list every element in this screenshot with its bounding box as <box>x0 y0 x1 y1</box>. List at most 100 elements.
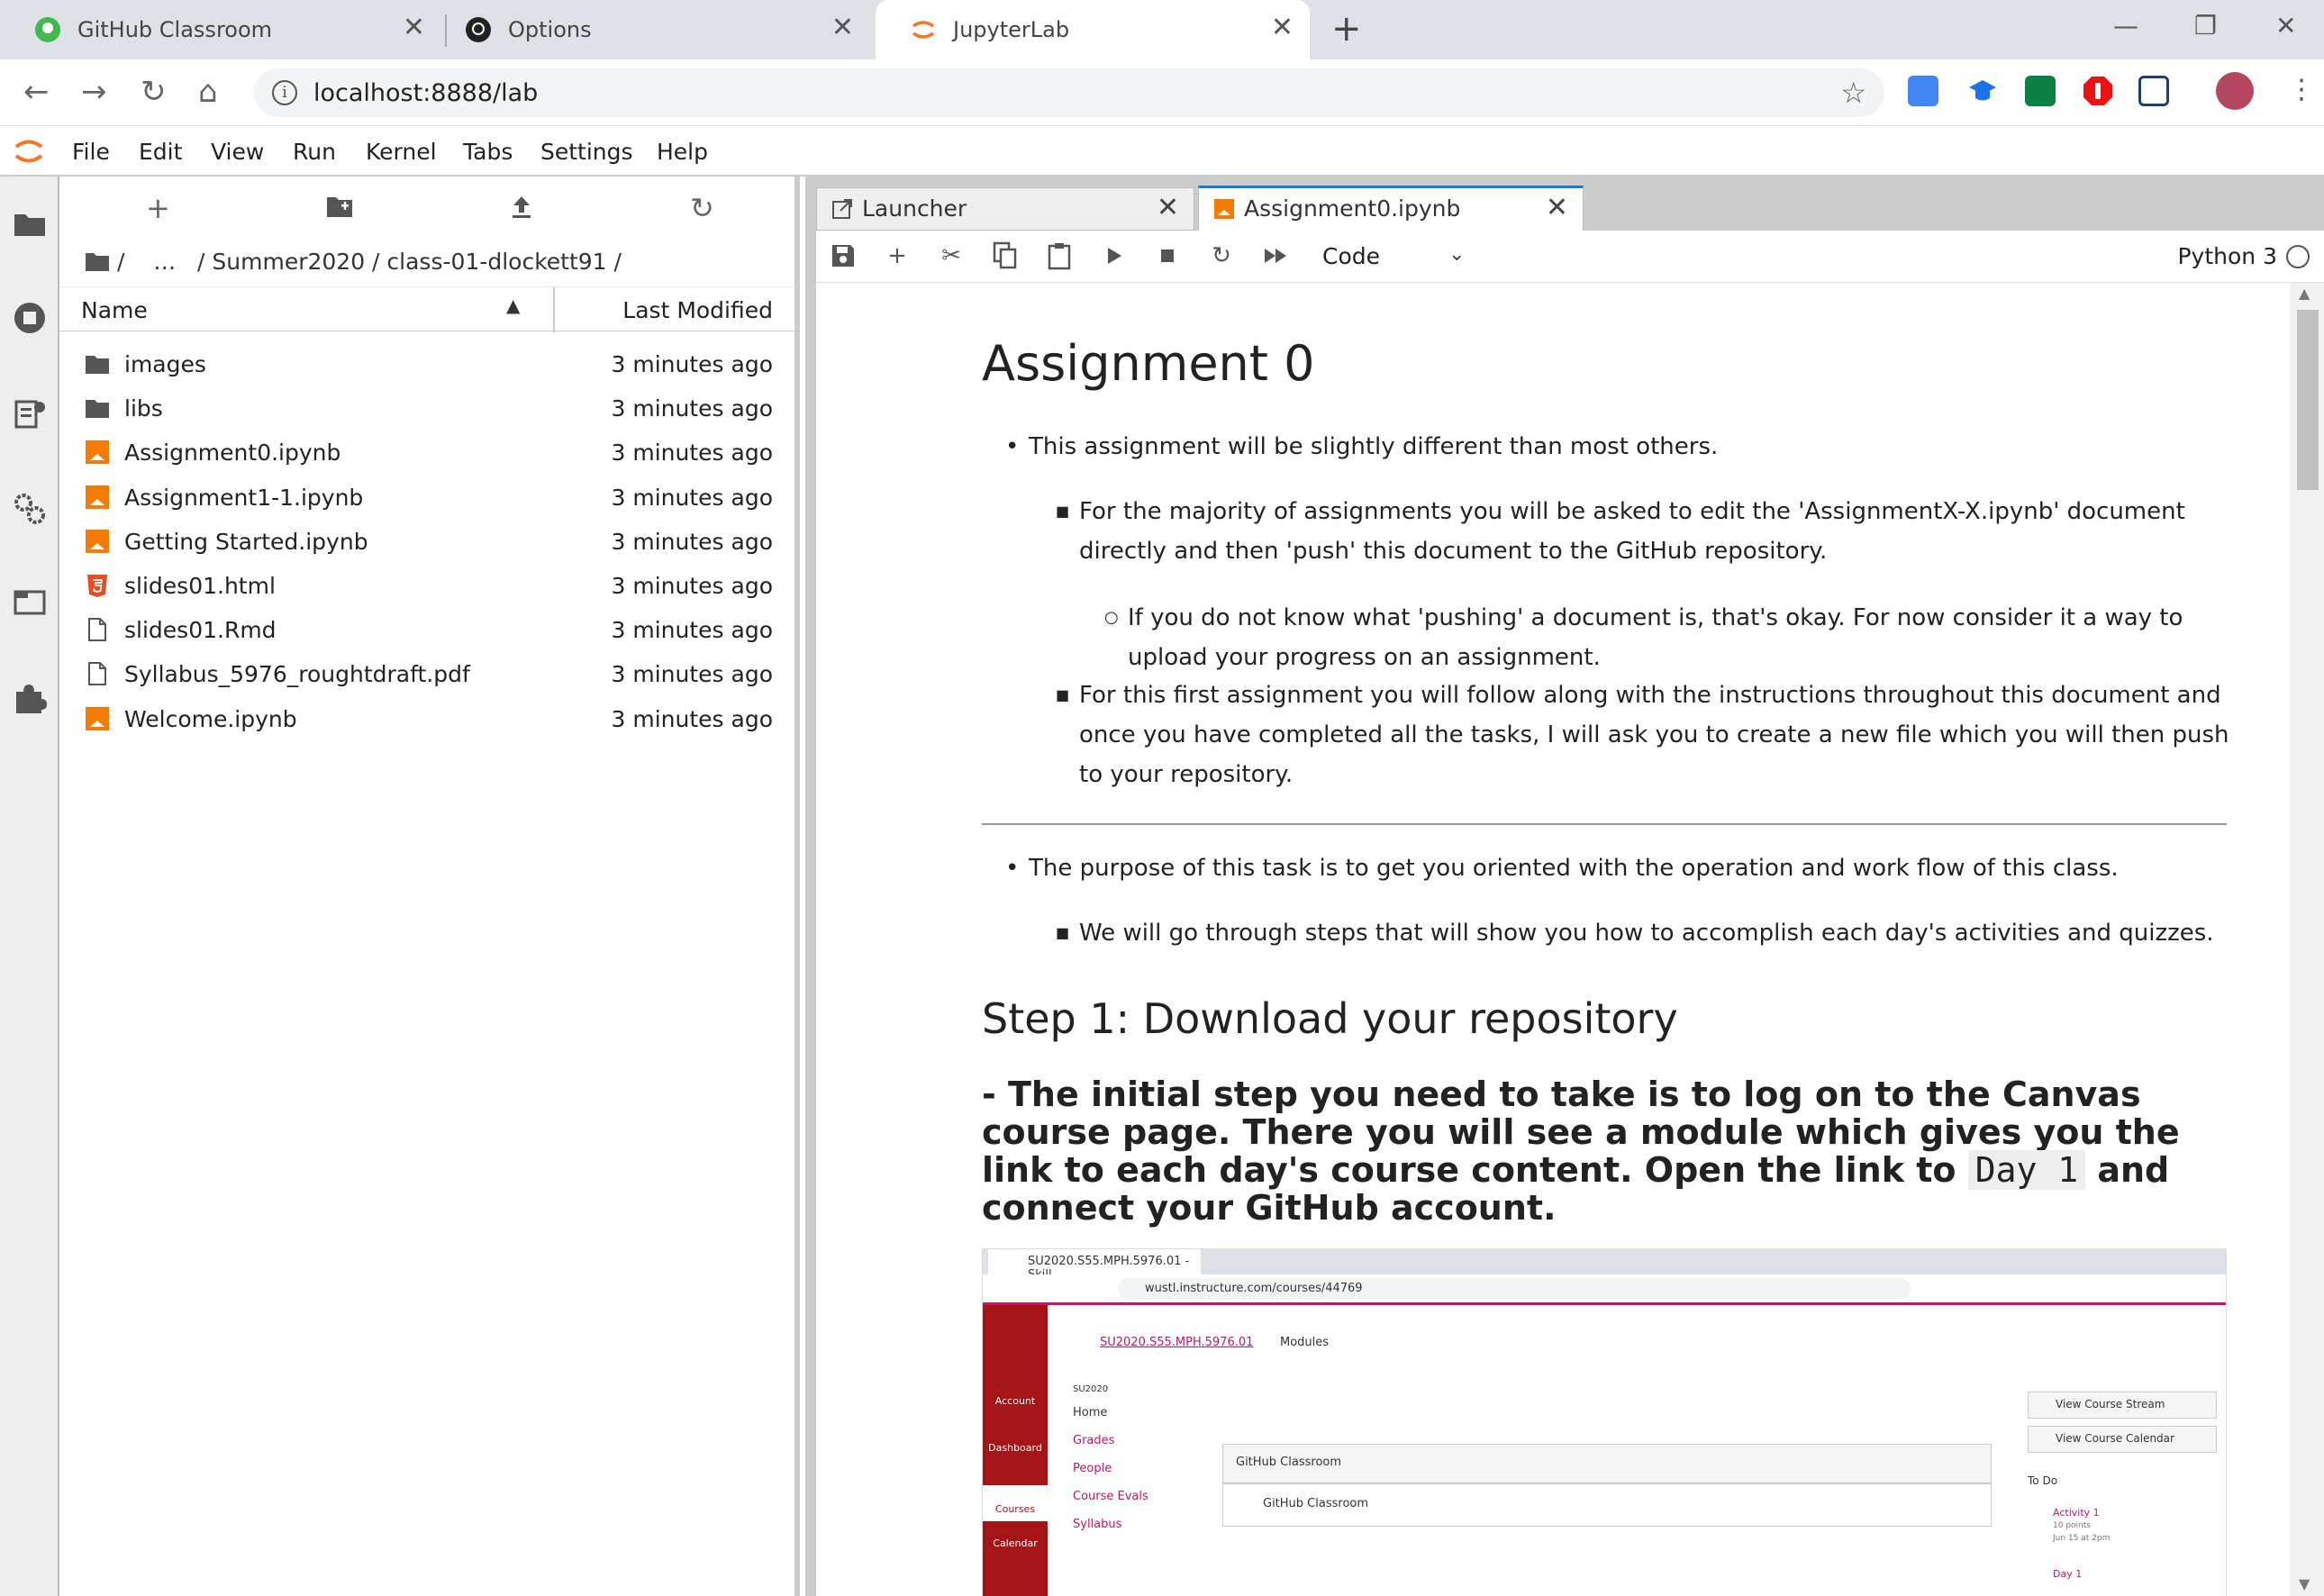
run-icon[interactable] <box>1099 241 1128 270</box>
tabs-icon[interactable] <box>13 585 47 620</box>
settings-gears-icon[interactable] <box>13 492 47 526</box>
bullet-disc-icon: • <box>1005 855 1020 882</box>
embedded-crumb: Modules <box>1280 1336 1330 1349</box>
doc-tab-assignment0[interactable]: Assignment0.ipynb ✕ <box>1198 186 1584 231</box>
file-row[interactable]: Assignment1-1.ipynb 3 minutes ago <box>59 476 794 520</box>
breadcrumb-ellipsis[interactable]: … <box>153 249 176 275</box>
menu-view[interactable]: View <box>211 139 264 165</box>
doc-tab-launcher[interactable]: Launcher ✕ <box>816 187 1194 231</box>
file-name: libs <box>124 395 163 422</box>
home-icon[interactable]: ⌂ <box>198 76 218 108</box>
paste-icon[interactable] <box>1045 241 1074 270</box>
file-row[interactable]: Getting Started.ipynb 3 minutes ago <box>59 520 794 564</box>
close-tab-icon[interactable]: ✕ <box>831 14 854 41</box>
file-row[interactable]: libs 3 minutes ago <box>59 386 794 431</box>
forward-icon[interactable]: → <box>81 76 107 108</box>
github-classroom-icon <box>35 17 60 42</box>
bullet-disc-icon: • <box>1005 433 1020 460</box>
restore-icon[interactable]: ❐ <box>2194 11 2217 41</box>
document-extension-icon[interactable] <box>2138 76 2169 106</box>
scrollbar-thumb[interactable] <box>2297 310 2319 490</box>
browser-tab-title: GitHub Classroom <box>77 17 273 42</box>
fast-forward-icon[interactable] <box>1261 241 1290 270</box>
s-extension-icon[interactable] <box>2025 76 2056 106</box>
canvas-nav-calendar: Calendar <box>993 1537 1038 1549</box>
scroll-up-icon[interactable]: ▲ <box>2299 285 2310 302</box>
cell-type-dropdown[interactable]: Code ⌄ <box>1322 243 1465 269</box>
embedded-module-item-title: GitHub Classroom <box>1263 1497 1369 1510</box>
file-row[interactable]: slides01.Rmd 3 minutes ago <box>59 608 794 652</box>
menu-kernel[interactable]: Kernel <box>366 139 437 165</box>
file-row[interactable]: Welcome.ipynb 3 minutes ago <box>59 697 794 741</box>
back-icon[interactable]: ← <box>23 76 50 108</box>
extensions-puzzle-icon[interactable] <box>13 681 47 715</box>
running-kernels-icon[interactable] <box>13 301 47 335</box>
scroll-down-icon[interactable]: ▼ <box>2299 1575 2310 1592</box>
menu-settings[interactable]: Settings <box>540 139 633 165</box>
url-text: localhost:8888/lab <box>313 79 539 107</box>
close-tab-icon[interactable]: ✕ <box>1157 192 1179 223</box>
new-tab-icon[interactable]: + <box>1331 11 1362 47</box>
list-item-text: For this first assignment you will follo… <box>1079 682 2229 788</box>
minimize-icon[interactable]: — <box>2113 11 2138 41</box>
refresh-icon[interactable]: ↻ <box>690 191 714 225</box>
embedded-module-header: GitHub Classroom <box>1222 1444 1992 1483</box>
file-row[interactable]: Assignment0.ipynb 3 minutes ago <box>59 431 794 475</box>
file-row[interactable]: images 3 minutes ago <box>59 342 794 386</box>
column-header-name[interactable]: Name <box>81 297 148 323</box>
breadcrumb-path[interactable]: / Summer2020 / class-01-dlockett91 / <box>197 249 622 275</box>
graduation-cap-extension-icon[interactable] <box>1967 76 1998 106</box>
close-tab-icon[interactable]: ✕ <box>403 14 425 41</box>
insert-cell-icon[interactable]: + <box>883 241 912 270</box>
browser-tab-github-classroom[interactable]: GitHub Classroom ✕ <box>0 0 441 59</box>
restart-kernel-icon[interactable]: ↻ <box>1207 241 1236 270</box>
notebook-scrollbar[interactable]: ▲ ▼ <box>2290 283 2324 1596</box>
browser-tab-options[interactable]: Options ✕ <box>431 0 870 59</box>
url-bar[interactable]: i localhost:8888/lab ☆ <box>254 68 1884 117</box>
file-modified: 3 minutes ago <box>611 528 773 555</box>
browser-tab-title: Options <box>508 17 592 42</box>
menu-help[interactable]: Help <box>657 139 708 165</box>
github-icon <box>466 17 491 42</box>
file-row[interactable]: slides01.html 3 minutes ago <box>59 564 794 608</box>
file-browser: + ↻ / … / Summer2020 / class-01-dlockett… <box>59 177 800 1596</box>
sort-ascending-icon[interactable]: ▲ <box>506 295 520 316</box>
cut-icon[interactable]: ✂ <box>937 241 966 270</box>
upload-icon[interactable] <box>510 195 533 220</box>
close-window-icon[interactable]: ✕ <box>2275 11 2296 41</box>
menu-file[interactable]: File <box>72 139 110 165</box>
adblock-extension-icon[interactable] <box>2083 76 2113 106</box>
menu-tabs[interactable]: Tabs <box>463 139 513 165</box>
file-modified: 3 minutes ago <box>611 351 773 377</box>
site-info-icon[interactable]: i <box>272 80 297 105</box>
save-icon[interactable] <box>829 241 858 270</box>
folder-icon[interactable] <box>13 207 47 241</box>
list-item: ■ For the majority of assignments you wil… <box>1056 492 2232 571</box>
column-divider[interactable] <box>553 287 555 332</box>
google-translate-extension-icon[interactable] <box>1908 76 1938 106</box>
column-header-last-modified[interactable]: Last Modified <box>622 297 773 323</box>
commands-icon[interactable] <box>13 396 47 431</box>
stop-icon[interactable] <box>1153 241 1182 270</box>
close-tab-icon[interactable]: ✕ <box>1271 14 1294 41</box>
menu-run[interactable]: Run <box>293 139 336 165</box>
embedded-view-calendar-button: View Course Calendar <box>2028 1426 2217 1453</box>
close-tab-icon[interactable]: ✕ <box>1546 192 1568 223</box>
file-row[interactable]: Syllabus_5976_roughtdraft.pdf 3 minutes a… <box>59 652 794 696</box>
kernel-name[interactable]: Python 3 <box>2177 243 2277 269</box>
embedded-addressbar: wustl.instructure.com/courses/44769 <box>983 1274 2226 1305</box>
notebook-content[interactable]: Assignment 0 • This assignment will be sl… <box>816 283 2290 1596</box>
new-folder-icon[interactable] <box>326 195 353 218</box>
embedded-nav-syllabus: Syllabus <box>1073 1518 1122 1531</box>
kernel-status-idle-icon <box>2286 245 2310 268</box>
copy-icon[interactable] <box>991 241 1020 270</box>
bookmark-star-icon[interactable]: ☆ <box>1840 76 1866 110</box>
menu-edit[interactable]: Edit <box>139 139 182 165</box>
profile-avatar[interactable] <box>2216 72 2254 110</box>
browser-tab-jupyterlab[interactable]: JupyterLab ✕ <box>876 0 1310 59</box>
new-launcher-icon[interactable]: + <box>146 191 170 225</box>
reload-icon[interactable]: ↻ <box>141 76 167 108</box>
browser-menu-icon[interactable]: ⋮ <box>2288 74 2315 105</box>
home-folder-icon[interactable] <box>85 250 110 272</box>
breadcrumb-root[interactable]: / <box>117 249 124 275</box>
